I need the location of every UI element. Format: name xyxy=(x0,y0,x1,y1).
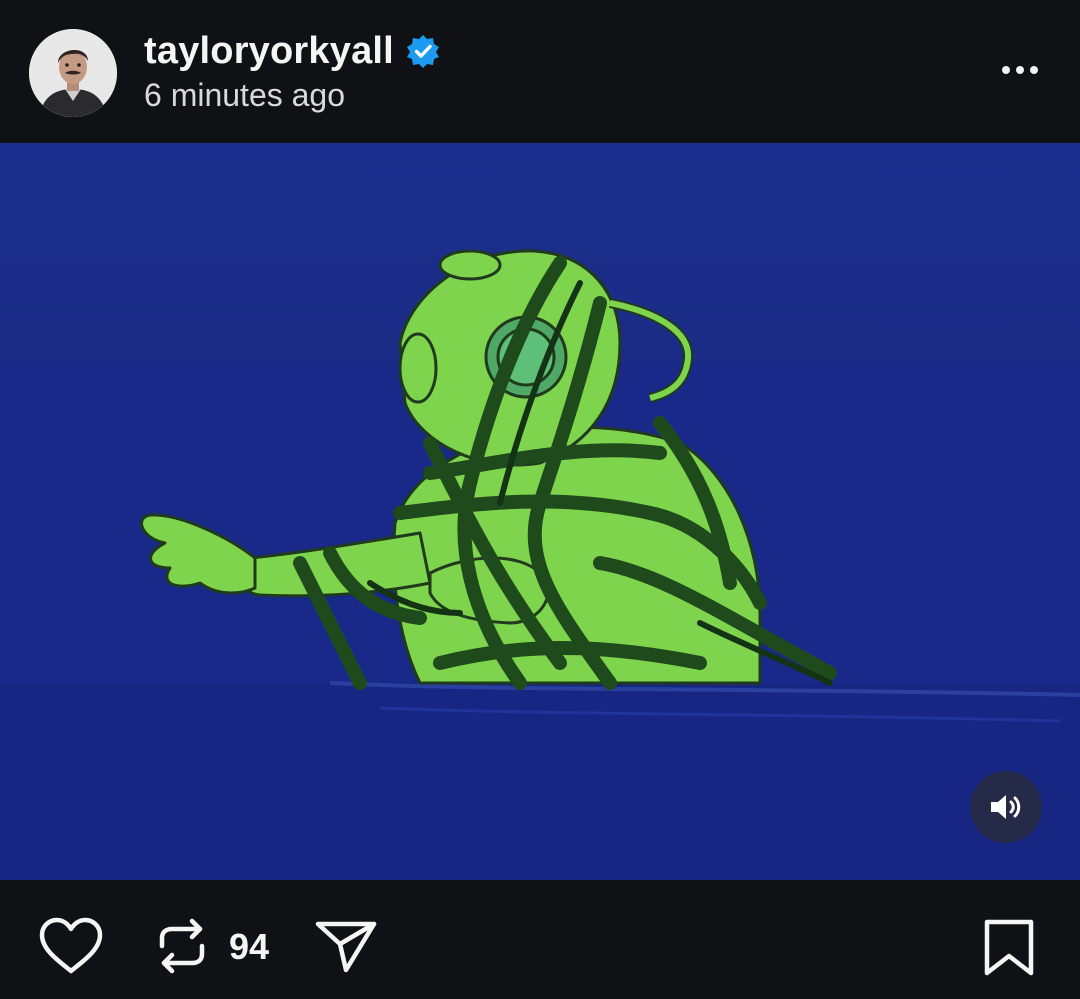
username-row: tayloryorkyall xyxy=(144,28,440,74)
repost-icon xyxy=(159,918,205,974)
volume-button[interactable] xyxy=(970,771,1042,843)
bookmark-icon xyxy=(984,919,1034,976)
video-frame-illustration xyxy=(0,143,1080,880)
more-options-button[interactable] xyxy=(992,50,1048,90)
more-dot-icon xyxy=(1016,66,1024,74)
post-timestamp: 6 minutes ago xyxy=(144,77,346,113)
avatar-image xyxy=(29,29,117,117)
avatar[interactable] xyxy=(29,29,117,117)
like-button[interactable] xyxy=(38,916,104,976)
speaker-icon xyxy=(991,795,1021,819)
more-dot-icon xyxy=(1030,66,1038,74)
post-actions-bar: 94 xyxy=(0,880,1080,999)
verified-badge-icon xyxy=(406,35,439,68)
username[interactable]: tayloryorkyall xyxy=(144,30,394,73)
post-header: tayloryorkyall 6 minutes ago xyxy=(0,0,1080,143)
share-icon xyxy=(315,921,377,973)
save-button[interactable] xyxy=(982,918,1036,978)
repost-button[interactable] xyxy=(154,916,210,976)
repost-count: 94 xyxy=(229,926,270,967)
more-dot-icon xyxy=(1002,66,1010,74)
share-button[interactable] xyxy=(314,918,378,974)
heart-icon xyxy=(39,917,103,974)
post-video[interactable] xyxy=(0,143,1080,880)
